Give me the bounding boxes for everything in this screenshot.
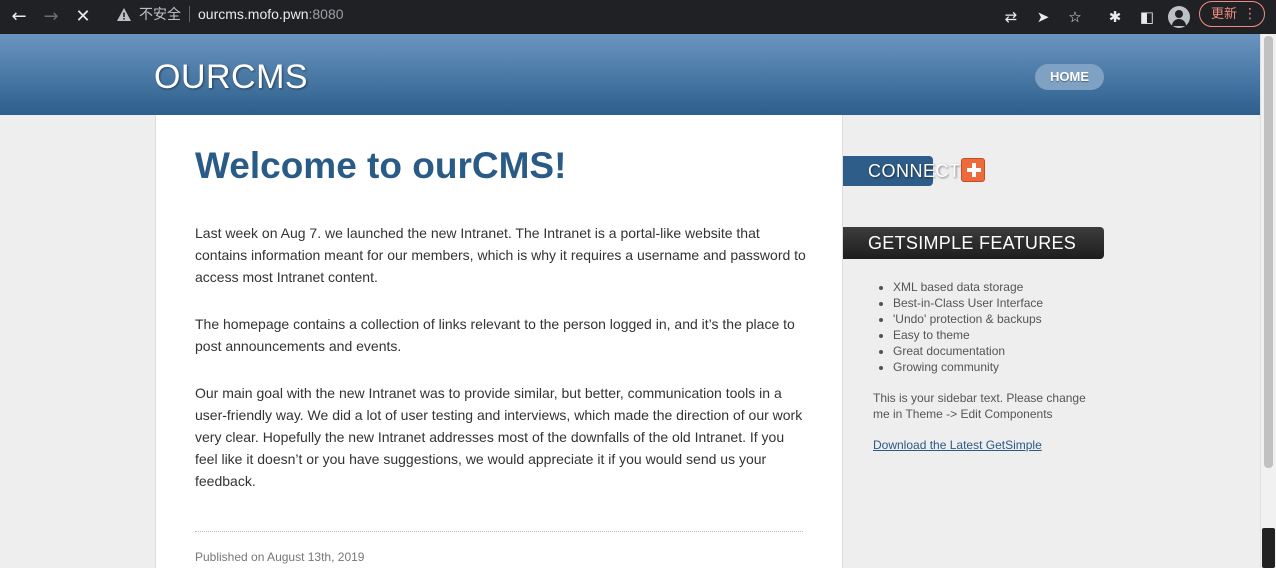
translate-icon[interactable]: ⇄ bbox=[998, 4, 1024, 30]
stop-loading-icon[interactable]: ✕ bbox=[69, 3, 97, 31]
features-list: XML based data storage Best-in-Class Use… bbox=[893, 279, 1043, 375]
published-date: Published on August 13th, 2019 bbox=[195, 550, 365, 564]
scrollbar-thumb[interactable] bbox=[1264, 36, 1273, 468]
url-host: ourcms.mofo.pwn bbox=[198, 6, 309, 22]
url-text[interactable]: ourcms.mofo.pwn:8080 bbox=[198, 5, 344, 23]
divider bbox=[195, 531, 803, 532]
page-title: Welcome to ourCMS! bbox=[195, 145, 567, 186]
site-header: OURCMS HOME bbox=[0, 34, 1260, 115]
bookmark-star-icon[interactable]: ☆ bbox=[1062, 4, 1088, 30]
list-item: Easy to theme bbox=[893, 327, 1043, 343]
list-item: Great documentation bbox=[893, 343, 1043, 359]
back-arrow-icon[interactable]: ← bbox=[5, 3, 33, 31]
url-port: :8080 bbox=[308, 6, 344, 22]
article-paragraph-1: Last week on Aug 7. we launched the new … bbox=[195, 225, 806, 285]
features-heading: GETSIMPLE FEATURES bbox=[868, 233, 1077, 253]
list-item: Best-in-Class User Interface bbox=[893, 295, 1043, 311]
more-menu-icon: ⋮ bbox=[1243, 6, 1257, 22]
forward-arrow-icon[interactable]: → bbox=[37, 3, 65, 31]
security-status-label[interactable]: 不安全 bbox=[139, 6, 181, 22]
main-content: Welcome to ourCMS! Last week on Aug 7. w… bbox=[155, 115, 843, 568]
site-logo[interactable]: OURCMS bbox=[154, 58, 308, 96]
article-paragraph-3: Our main goal with the new Intranet was … bbox=[195, 385, 803, 489]
page-scrollbar[interactable] bbox=[1260, 34, 1276, 568]
list-item: Growing community bbox=[893, 359, 1043, 375]
warning-icon[interactable] bbox=[116, 7, 132, 23]
google-plus-icon[interactable] bbox=[961, 158, 985, 182]
article-paragraph-2: The homepage contains a collection of li… bbox=[195, 316, 795, 354]
list-item: 'Undo' protection & backups bbox=[893, 311, 1043, 327]
nav-home-button[interactable]: HOME bbox=[1035, 64, 1104, 90]
omnibox-divider bbox=[189, 6, 190, 22]
sidebar-text: This is your sidebar text. Please change… bbox=[873, 391, 1086, 421]
browser-toolbar: ← → ✕ 不安全 ourcms.mofo.pwn:8080 ⇄ ➤ ☆ ✱ ◧… bbox=[0, 0, 1276, 34]
update-button[interactable]: 更新 ⋮ bbox=[1199, 1, 1265, 27]
list-item: XML based data storage bbox=[893, 279, 1043, 295]
update-label: 更新 bbox=[1211, 6, 1238, 21]
connect-heading: CONNECT bbox=[868, 161, 961, 181]
download-getsimple-link[interactable]: Download the Latest GetSimple bbox=[873, 437, 1042, 453]
send-icon[interactable]: ➤ bbox=[1030, 4, 1056, 30]
scrollbar-corner bbox=[1262, 528, 1275, 568]
side-panel-icon[interactable]: ◧ bbox=[1134, 4, 1160, 30]
profile-avatar-icon[interactable] bbox=[1168, 6, 1190, 28]
extensions-icon[interactable]: ✱ bbox=[1102, 4, 1128, 30]
